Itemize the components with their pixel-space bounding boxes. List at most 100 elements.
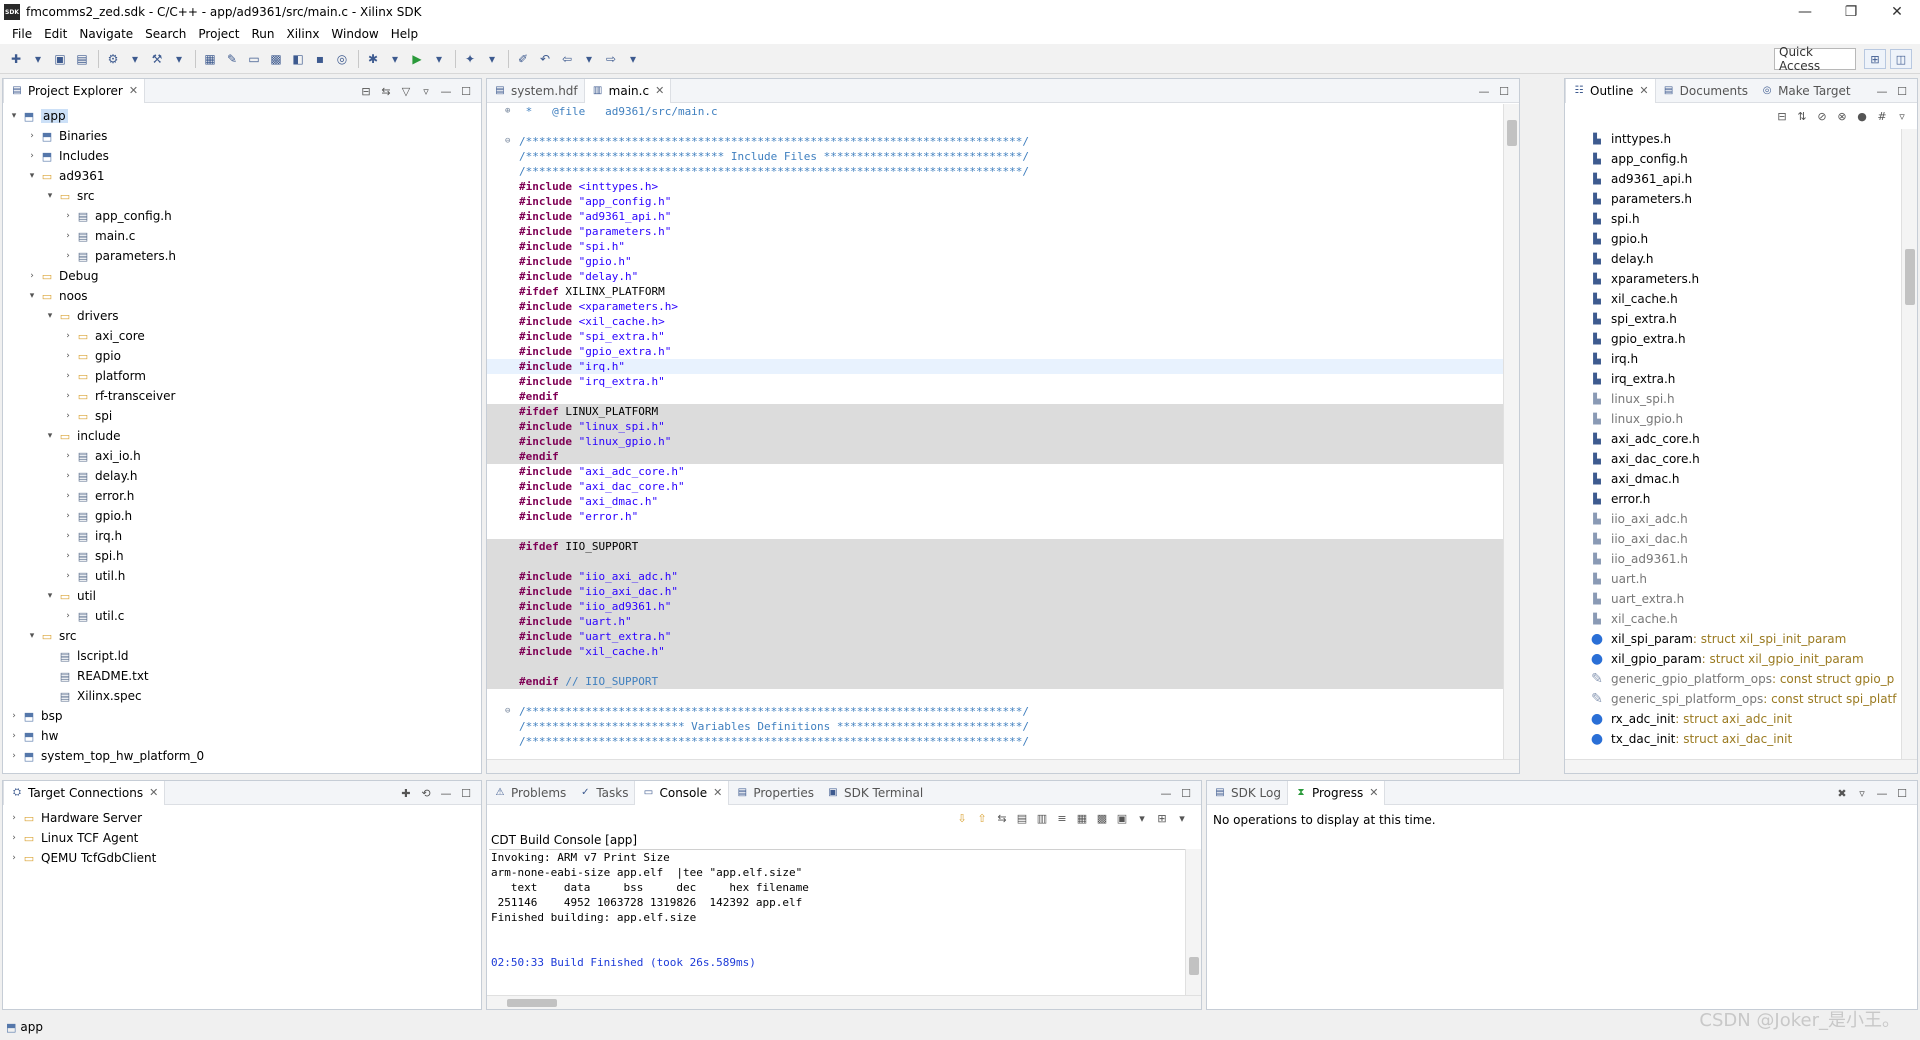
terminal-icon[interactable]: ▭ [244, 49, 264, 69]
code-line[interactable]: #endif [487, 449, 1503, 464]
tab-system-hdf[interactable]: ▤ system.hdf [487, 79, 584, 103]
console-icon[interactable]: ▪ [310, 49, 330, 69]
collapsed-chevron-icon[interactable]: › [25, 131, 39, 141]
pin-console-icon[interactable]: ▩ [1093, 809, 1111, 827]
tree-item[interactable]: › ▤ util.h [3, 566, 481, 586]
minimize-icon[interactable]: — [437, 82, 455, 100]
tree-item[interactable]: ▾ ▭ src [3, 626, 481, 646]
outline-item[interactable]: ● xil_gpio_param : struct xil_gpio_init_p… [1565, 649, 1901, 669]
collapsed-chevron-icon[interactable]: › [61, 551, 75, 561]
maximize-icon[interactable]: ☐ [1893, 82, 1911, 100]
dropdown-icon[interactable]: ▾ [169, 49, 189, 69]
code-line[interactable]: /****************************** Include … [487, 149, 1503, 164]
expanded-chevron-icon[interactable]: ▾ [25, 291, 39, 301]
outline-item[interactable]: ▙ axi_adc_core.h [1565, 429, 1901, 449]
code-line[interactable]: #include "gpio.h" [487, 254, 1503, 269]
outline-item[interactable]: ▙ ad9361_api.h [1565, 169, 1901, 189]
expanded-chevron-icon[interactable]: ▾ [43, 311, 57, 321]
menu-window[interactable]: Window [325, 27, 384, 41]
collapsed-chevron-icon[interactable]: › [7, 751, 21, 761]
tree-item[interactable]: ▤ lscript.ld [3, 646, 481, 666]
collapsed-chevron-icon[interactable]: › [25, 151, 39, 161]
close-icon[interactable]: ✕ [129, 84, 138, 97]
word-wrap-icon[interactable]: ≡ [1053, 809, 1071, 827]
outline-item[interactable]: ▙ axi_dmac.h [1565, 469, 1901, 489]
outline-item[interactable]: ✎ generic_gpio_platform_ops : const struc… [1565, 669, 1901, 689]
debug-tool-icon[interactable]: ✎ [222, 49, 242, 69]
build-config-icon[interactable]: ⚙ [103, 49, 123, 69]
maximize-icon[interactable]: ☐ [457, 784, 475, 802]
scroll-thumb[interactable] [507, 999, 557, 1007]
tab-problems[interactable]: ⚠ Problems [487, 781, 572, 805]
tree-item[interactable]: › ▭ Debug [3, 266, 481, 286]
tree-item[interactable]: › ⬒ Includes [3, 146, 481, 166]
code-line[interactable] [487, 524, 1503, 539]
dropdown-icon[interactable]: ▾ [482, 49, 502, 69]
tab-tasks[interactable]: ✓ Tasks [572, 781, 634, 805]
tab-sdk-log[interactable]: ▤ SDK Log [1207, 781, 1287, 805]
outline-item[interactable]: ▙ irq_extra.h [1565, 369, 1901, 389]
collapsed-chevron-icon[interactable]: › [7, 833, 21, 843]
tree-item[interactable]: ▾ ⬒ app [3, 106, 481, 126]
menu-file[interactable]: File [6, 27, 38, 41]
tree-item[interactable]: ▾ ▭ ad9361 [3, 166, 481, 186]
tree-item[interactable]: › ▤ util.c [3, 606, 481, 626]
external-tools-icon[interactable]: ✦ [460, 49, 480, 69]
view-menu-icon[interactable]: ▿ [417, 82, 435, 100]
expanded-chevron-icon[interactable]: ▾ [25, 631, 39, 641]
maximize-button[interactable]: ❐ [1828, 0, 1874, 24]
tab-sdk-terminal[interactable]: ▣ SDK Terminal [820, 781, 929, 805]
code-line[interactable]: #include "xil_cache.h" [487, 644, 1503, 659]
copy-icon[interactable]: ▤ [1013, 809, 1031, 827]
tab-make-target[interactable]: ◎ Make Target [1754, 79, 1857, 103]
collapsed-chevron-icon[interactable]: › [7, 731, 21, 741]
outline-item[interactable]: ▙ uart.h [1565, 569, 1901, 589]
prev-error-icon[interactable]: ⇧ [973, 809, 991, 827]
maximize-icon[interactable]: ☐ [1177, 784, 1195, 802]
tree-item[interactable]: ▾ ▭ noos [3, 286, 481, 306]
collapsed-chevron-icon[interactable]: › [7, 853, 21, 863]
tree-item[interactable]: › ▭ spi [3, 406, 481, 426]
close-icon[interactable]: ✕ [1639, 84, 1648, 97]
outline-item[interactable]: ▙ error.h [1565, 489, 1901, 509]
dropdown-icon[interactable]: ▾ [429, 49, 449, 69]
outline-vertical-scrollbar[interactable] [1901, 129, 1917, 759]
flash-icon[interactable]: ▩ [266, 49, 286, 69]
outline-item[interactable]: ▙ spi.h [1565, 209, 1901, 229]
save-all-icon[interactable]: ▤ [72, 49, 92, 69]
outline-item[interactable]: ▙ gpio.h [1565, 229, 1901, 249]
code-line[interactable]: #include "uart.h" [487, 614, 1503, 629]
code-line[interactable]: #include "iio_axi_dac.h" [487, 584, 1503, 599]
tree-item[interactable]: › ▭ gpio [3, 346, 481, 366]
outline-item[interactable]: ▙ spi_extra.h [1565, 309, 1901, 329]
menu-xilinx[interactable]: Xilinx [280, 27, 325, 41]
outline-item[interactable]: ✎ generic_spi_platform_ops : const struct… [1565, 689, 1901, 709]
expanded-chevron-icon[interactable]: ▾ [7, 111, 21, 121]
code-line[interactable]: #include "axi_adc_core.h" [487, 464, 1503, 479]
code-line[interactable]: #include "iio_ad9361.h" [487, 599, 1503, 614]
collapsed-chevron-icon[interactable]: › [7, 813, 21, 823]
tree-item[interactable]: › ⬒ Binaries [3, 126, 481, 146]
code-line[interactable]: #include "linux_spi.h" [487, 419, 1503, 434]
dropdown-icon[interactable]: ▾ [1133, 809, 1151, 827]
refresh-icon[interactable]: ⟲ [417, 784, 435, 802]
collapsed-chevron-icon[interactable]: › [61, 571, 75, 581]
menu-search[interactable]: Search [139, 27, 192, 41]
forward-icon[interactable]: ⇨ [601, 49, 621, 69]
open-console-icon[interactable]: ⊞ [1153, 809, 1171, 827]
code-line[interactable]: ⊖ /**************************************… [487, 704, 1503, 719]
code-line[interactable]: #ifdef XILINX_PLATFORM [487, 284, 1503, 299]
collapse-fold-icon[interactable]: ⊖ [505, 134, 510, 149]
expanded-chevron-icon[interactable]: ▾ [43, 191, 57, 201]
code-line[interactable]: #include "irq.h" [487, 359, 1503, 374]
outline-item[interactable]: ▙ linux_gpio.h [1565, 409, 1901, 429]
build-icon[interactable]: ⚒ [147, 49, 167, 69]
code-line[interactable]: #endif [487, 389, 1503, 404]
code-line[interactable]: #endif // IIO_SUPPORT [487, 674, 1503, 689]
expanded-chevron-icon[interactable]: ▾ [43, 591, 57, 601]
menu-edit[interactable]: Edit [38, 27, 73, 41]
tree-item[interactable]: ▤ README.txt [3, 666, 481, 686]
run-icon[interactable]: ▶ [407, 49, 427, 69]
tree-item[interactable]: › ▤ app_config.h [3, 206, 481, 226]
outline-item[interactable]: ▙ delay.h [1565, 249, 1901, 269]
